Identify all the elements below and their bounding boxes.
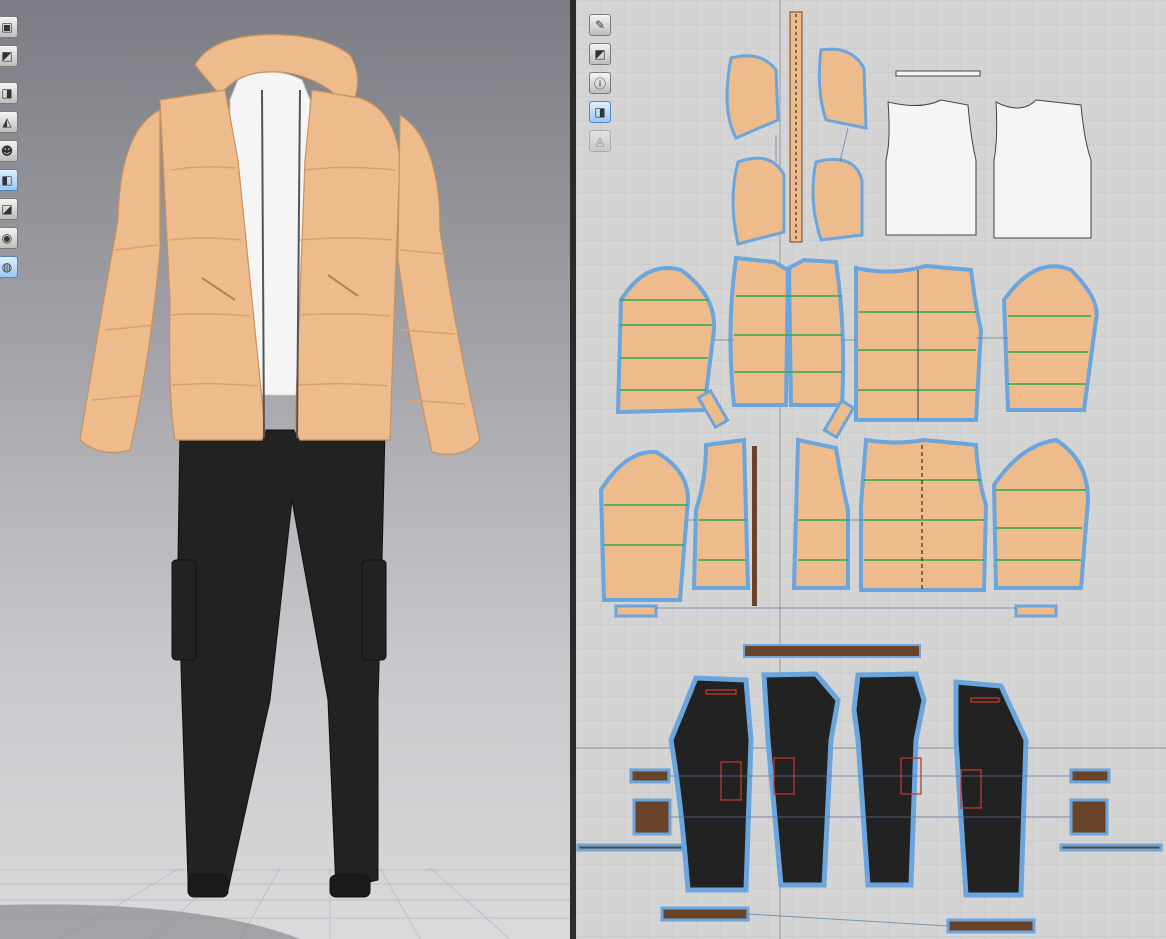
avatar-visibility-icon[interactable]: ◉	[0, 227, 18, 249]
texture-2d-icon[interactable]: ◨	[589, 101, 611, 123]
cargo-pants[interactable]	[171, 429, 387, 898]
edit-pattern-icon[interactable]: ✎	[589, 14, 611, 36]
viewport-2d[interactable]: ✎ ◩ ⓘ ◨ ◬	[576, 0, 1166, 939]
viewport-3d[interactable]: ▣ ◩ ◨ ◭ ☻ ◧ ◪ ◉ ◍	[0, 0, 570, 939]
info-icon[interactable]: ⓘ	[589, 72, 611, 94]
tee-back[interactable]	[993, 99, 1092, 239]
tee-neckband[interactable]	[895, 70, 981, 77]
viewport-2d-toolbar: ✎ ◩ ⓘ ◨ ◬	[589, 14, 611, 159]
avatar-render[interactable]	[0, 0, 570, 939]
lock-garment-icon[interactable]: ◬	[589, 130, 611, 152]
avatar-display-icon[interactable]: ▣	[0, 16, 18, 38]
shading-icon[interactable]: ◪	[0, 198, 18, 220]
fabric-render-icon[interactable]: ◭	[0, 111, 18, 133]
seam-display-icon[interactable]: ◧	[0, 169, 18, 191]
texture-display-icon[interactable]: ◨	[0, 82, 18, 104]
avatar-pose-icon[interactable]: ☻	[0, 140, 18, 162]
zipper-tape[interactable]	[752, 446, 757, 606]
floor-shadow	[0, 904, 300, 939]
pattern-canvas[interactable]	[576, 0, 1166, 939]
garment-display-icon[interactable]: ◩	[0, 45, 18, 67]
tee-front[interactable]	[885, 99, 977, 236]
viewport-3d-toolbar: ▣ ◩ ◨ ◭ ☻ ◧ ◪ ◉ ◍	[0, 16, 18, 285]
environment-icon[interactable]: ◍	[0, 256, 18, 278]
show-garment-icon[interactable]: ◩	[589, 43, 611, 65]
pants-waistband[interactable]	[743, 644, 921, 658]
jacket-pattern-row-1[interactable]	[615, 255, 1099, 422]
